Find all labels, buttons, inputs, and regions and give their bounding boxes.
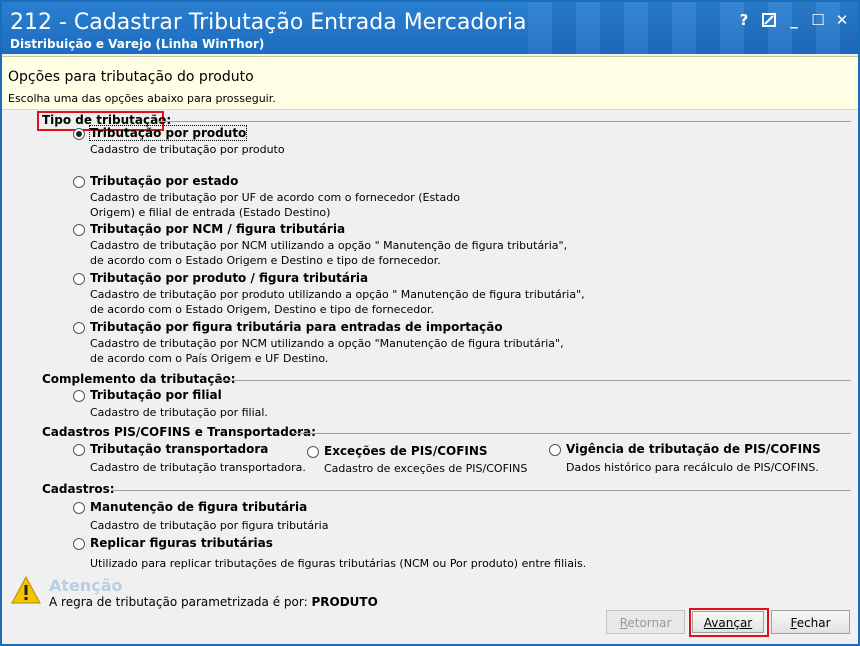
desc-tributacao-transportadora: Cadastro de tributação transportadora. <box>90 461 306 474</box>
desc-tributacao-por-produto: Cadastro de tributação por produto <box>90 143 285 156</box>
label-manutencao-figura[interactable]: Manutenção de figura tributária <box>90 500 307 514</box>
fechar-label: echar <box>796 616 831 630</box>
radio-manutencao-figura[interactable] <box>73 502 85 514</box>
desc-tributacao-importacao-1: Cadastro de tributação por NCM utilizand… <box>90 337 564 350</box>
retornar-label: etornar <box>627 616 672 630</box>
label-excecoes-pis-cofins[interactable]: Exceções de PIS/COFINS <box>324 444 488 458</box>
main-window: 212 - Cadastrar Tributação Entrada Merca… <box>0 0 860 646</box>
title-bar[interactable]: 212 - Cadastrar Tributação Entrada Merca… <box>2 2 858 54</box>
desc-tributacao-produto-figura-2: de acordo com o Estado Origem, Destino e… <box>90 303 434 316</box>
fechar-button[interactable]: Fechar <box>771 610 850 634</box>
radio-tributacao-produto-figura[interactable] <box>73 273 85 285</box>
label-tributacao-por-ncm[interactable]: Tributação por NCM / figura tributária <box>90 222 345 236</box>
section-tipo-tributacao: Tipo de tributação: <box>42 113 172 127</box>
section-divider <box>159 121 851 122</box>
section-divider <box>111 490 851 491</box>
edit-icon[interactable] <box>759 10 779 30</box>
radio-tributacao-por-filial[interactable] <box>73 390 85 402</box>
header-panel: Opções para tributação do produto Escolh… <box>2 56 858 110</box>
attention-message: A regra de tributação parametrizada é po… <box>49 595 308 609</box>
desc-tributacao-por-ncm-2: de acordo com o Estado Origem e Destino … <box>90 254 441 267</box>
page-title: Opções para tributação do produto <box>8 69 254 85</box>
desc-excecoes-pis-cofins: Cadastro de exceções de PIS/COFINS <box>324 462 528 475</box>
radio-tributacao-importacao[interactable] <box>73 322 85 334</box>
section-cadastros-pis: Cadastros PIS/COFINS e Transportadora: <box>42 425 316 439</box>
window-title: 212 - Cadastrar Tributação Entrada Merca… <box>10 10 527 35</box>
attention-title: Atenção <box>49 576 123 595</box>
label-replicar-figuras[interactable]: Replicar figuras tributárias <box>90 536 273 550</box>
radio-tributacao-por-ncm[interactable] <box>73 224 85 236</box>
radio-excecoes-pis-cofins[interactable] <box>307 446 319 458</box>
radio-tributacao-transportadora[interactable] <box>73 444 85 456</box>
desc-tributacao-por-estado-1: Cadastro de tributação por UF de acordo … <box>90 191 460 204</box>
label-tributacao-produto-figura[interactable]: Tributação por produto / figura tributár… <box>90 271 368 285</box>
desc-tributacao-importacao-2: de acordo com o País Origem e UF Destino… <box>90 352 329 365</box>
desc-tributacao-produto-figura-1: Cadastro de tributação por produto utili… <box>90 288 585 301</box>
retornar-button[interactable]: Retornar <box>606 610 685 634</box>
avancar-button[interactable]: Avançar <box>692 611 764 633</box>
warning-icon <box>11 576 41 604</box>
desc-tributacao-por-estado-2: Origem) e filial de entrada (Estado Dest… <box>90 206 331 219</box>
avancar-label: vançar <box>711 616 753 630</box>
close-icon[interactable]: ✕ <box>832 10 852 30</box>
desc-replicar-figuras: Utilizado para replicar tributações de f… <box>90 557 587 570</box>
section-divider <box>292 433 851 434</box>
attention-text: A regra de tributação parametrizada é po… <box>49 595 378 609</box>
minimize-icon[interactable]: _ <box>784 10 804 30</box>
label-tributacao-importacao[interactable]: Tributação por figura tributária para en… <box>90 320 503 334</box>
page-subtitle: Escolha uma das opções abaixo para pross… <box>8 92 276 105</box>
radio-vigencia-pis-cofins[interactable] <box>549 444 561 456</box>
maximize-icon[interactable]: ☐ <box>808 10 828 30</box>
section-cadastros: Cadastros: <box>42 482 115 496</box>
radio-tributacao-por-produto[interactable] <box>73 128 85 140</box>
window-subtitle: Distribuição e Varejo (Linha WinThor) <box>10 37 265 51</box>
label-tributacao-por-filial[interactable]: Tributação por filial <box>90 388 222 402</box>
desc-vigencia-pis-cofins: Dados histórico para recálculo de PIS/CO… <box>566 461 819 474</box>
attention-value: PRODUTO <box>311 595 378 609</box>
section-complemento: Complemento da tributação: <box>42 372 236 386</box>
desc-tributacao-por-filial: Cadastro de tributação por filial. <box>90 406 268 419</box>
label-tributacao-por-produto[interactable]: Tributação por produto <box>88 125 248 141</box>
label-tributacao-por-estado[interactable]: Tributação por estado <box>90 174 238 188</box>
radio-replicar-figuras[interactable] <box>73 538 85 550</box>
desc-manutencao-figura: Cadastro de tributação por figura tribut… <box>90 519 329 532</box>
label-tributacao-transportadora[interactable]: Tributação transportadora <box>90 442 268 456</box>
label-vigencia-pis-cofins[interactable]: Vigência de tributação de PIS/COFINS <box>566 442 821 456</box>
help-icon[interactable]: ? <box>734 10 754 30</box>
section-divider <box>218 380 851 381</box>
desc-tributacao-por-ncm-1: Cadastro de tributação por NCM utilizand… <box>90 239 568 252</box>
radio-tributacao-por-estado[interactable] <box>73 176 85 188</box>
